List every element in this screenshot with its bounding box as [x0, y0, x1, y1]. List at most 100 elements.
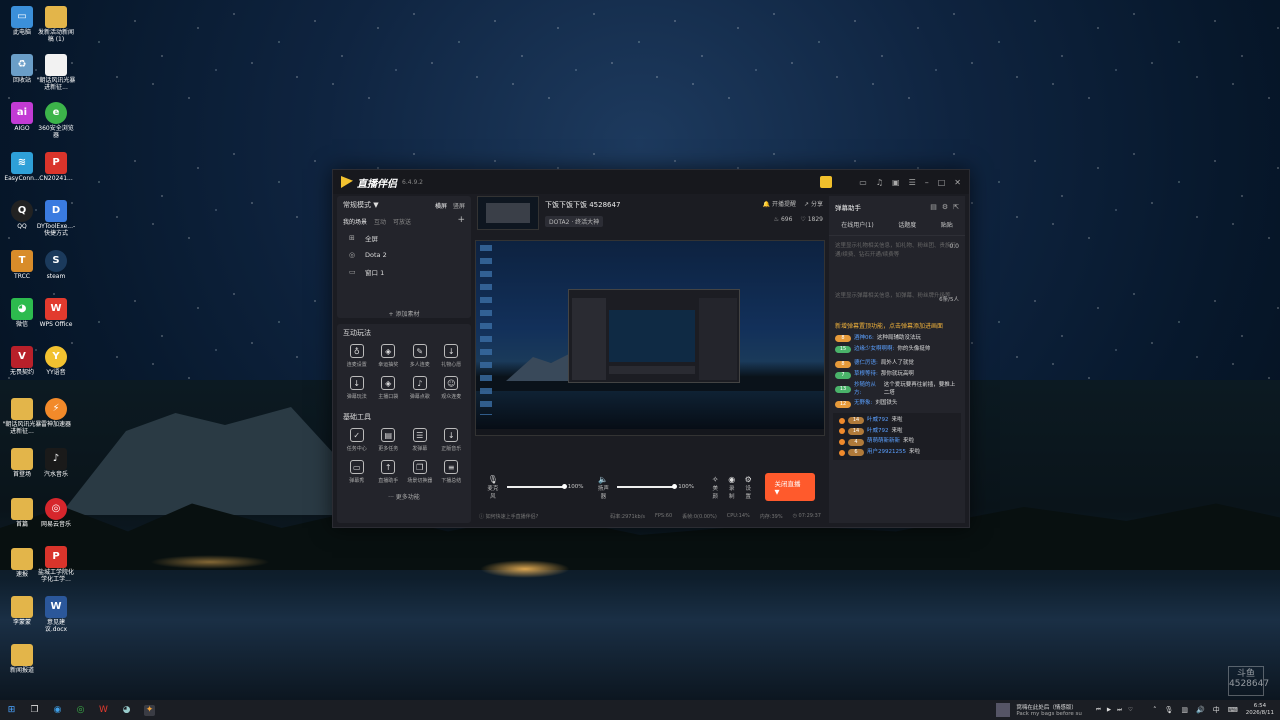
menu-icon[interactable]: ☰	[909, 178, 916, 187]
tool-lucky-draw[interactable]: ◈ 幸运抽奖	[373, 342, 405, 368]
tool-audience-mic[interactable]: ☺ 观众连麦	[436, 374, 468, 400]
tool-danmu-play[interactable]: ↓ 弹幕玩法	[341, 374, 373, 400]
landscape-toggle[interactable]: 横屏	[435, 201, 447, 210]
list-item[interactable]: 14 叶威792 来啦	[833, 426, 961, 437]
desktop-icon-dytool[interactable]: D DYToolExe...-快捷方式	[36, 200, 76, 238]
message-icon[interactable]: ▭	[859, 178, 867, 187]
stream-category[interactable]: DOTA2 · 终活大神	[545, 216, 604, 227]
windows-start-icon[interactable]: ⊞	[6, 705, 17, 716]
scene-item-dota2[interactable]: ◎ Dota 2	[337, 247, 471, 263]
media-widget[interactable]: 窝嗨在此处后（情感版） Pack my bags before su ⏮ ▶ ⏭…	[996, 703, 1133, 717]
tab-posts[interactable]: 贴贴	[941, 220, 953, 229]
tool-danmu-show[interactable]: ▭ 弹幕秀	[341, 458, 373, 484]
mic-control[interactable]: 🎙 麦克风	[485, 475, 501, 500]
mode-selector[interactable]: 常规模式 ▼	[343, 200, 379, 210]
heart-icon[interactable]: ♡	[1128, 707, 1133, 713]
stream-preview[interactable]	[475, 240, 825, 436]
desktop-icon-leishen[interactable]: ⚡ 雷神加速器	[36, 398, 76, 429]
ime-settings-icon[interactable]: ⌨	[1228, 706, 1238, 714]
scene-item-window1[interactable]: ▭ 窗口 1	[337, 263, 471, 281]
pin-danmu-notice[interactable]: 新增弹幕置顶功能，点击弹幕添加进画面	[835, 322, 959, 332]
tab-topic[interactable]: 话题度	[898, 220, 916, 229]
desktop-icon-qishui[interactable]: ♪ 汽水音乐	[36, 448, 76, 479]
record-button[interactable]: ◉ 录制	[726, 475, 737, 500]
ime-indicator[interactable]: 中	[1213, 705, 1220, 715]
list-item[interactable]: 15 边缘少女啊啊啊: 你的头像挺帅	[829, 344, 965, 355]
settings-button[interactable]: ⚙ 设置	[743, 475, 754, 500]
desktop-icon-folder[interactable]: 发新活动新闻稿 (1)	[36, 6, 76, 44]
desktop-icon-wps[interactable]: W WPS Office	[36, 298, 76, 329]
clock[interactable]: 6:54 2026/8/11	[1246, 703, 1274, 717]
steam-taskbar-icon[interactable]: ◕	[121, 705, 132, 716]
danmu-popout-icon[interactable]: ⇱	[953, 203, 959, 211]
help-link[interactable]: ⓘ 如何快速上手直播伴侣?	[479, 513, 538, 520]
share-button[interactable]: ↗ 分享	[804, 199, 823, 208]
list-item[interactable]: 8 酒神06: 这种局辅助没法玩	[829, 334, 965, 345]
headset-icon[interactable]: ♫	[876, 178, 883, 187]
desktop-icon-netease-music[interactable]: ◎ 网易云音乐	[36, 498, 76, 529]
task-view-icon[interactable]: ❐	[29, 705, 40, 716]
tool-scene-switcher[interactable]: ❐ 场景切换器	[404, 458, 436, 484]
tab-broadcast[interactable]: 可放送	[393, 217, 411, 226]
tool-live-assistant[interactable]: ↑ 直播助手	[373, 458, 405, 484]
add-source-button[interactable]: + 添加素材	[337, 309, 471, 318]
danmu-list-icon[interactable]: ▤	[930, 203, 937, 211]
tool-gift-wish[interactable]: ↓ 礼物心愿	[436, 342, 468, 368]
desktop-icon-360-browser[interactable]: e 360安全浏览器	[36, 102, 76, 140]
mascot-icon[interactable]	[820, 176, 833, 188]
tool-more-tasks[interactable]: ▤ 更多任务	[373, 426, 405, 452]
live-companion-taskbar-icon[interactable]: ✦	[144, 704, 155, 716]
desktop-icon-steam[interactable]: Ssteam	[36, 250, 76, 281]
tool-stream-summary[interactable]: ≡ 下播总结	[436, 458, 468, 484]
beauty-button[interactable]: ✧ 美颜	[710, 475, 721, 500]
list-item[interactable]: 7 草根等待: 那你就玩高啊	[829, 370, 965, 381]
window-icon[interactable]: ▣	[892, 178, 900, 187]
scene-item-fullscreen[interactable]: ⊞ 全屏	[337, 229, 471, 247]
mic-volume-slider[interactable]: 100%	[506, 484, 583, 490]
minimize-icon[interactable]: –	[925, 178, 929, 187]
stream-title[interactable]: 下饭下饭下饭 4528647	[545, 200, 620, 210]
list-item[interactable]: 8 德仁厉语: 局外人了就觉	[829, 359, 965, 370]
tool-anchor-pocket[interactable]: ◈ 主播口袋	[373, 374, 405, 400]
portrait-toggle[interactable]: 竖屏	[453, 201, 465, 210]
tool-mic-settings[interactable]: ♁ 连麦设置	[341, 342, 373, 368]
desktop-icon-yy[interactable]: Y YY语音	[36, 346, 76, 377]
stream-thumbnail[interactable]	[477, 196, 539, 230]
speaker-volume-knob[interactable]	[672, 484, 678, 489]
list-item[interactable]: 13 抄随的从方: 这个爱玩要再往前插，要推上二塔	[829, 380, 965, 398]
tab-my-scenes[interactable]: 我的场景	[343, 217, 367, 226]
desktop-icon-news[interactable]: 新闻报道	[2, 644, 42, 675]
tool-task-center[interactable]: ✓ 任务中心	[341, 426, 373, 452]
tool-music[interactable]: ↓ 正版音乐	[436, 426, 468, 452]
edge-browser-icon[interactable]: ◉	[52, 705, 63, 716]
next-track-icon[interactable]: ⏭	[1117, 707, 1122, 714]
previous-track-icon[interactable]: ⏮	[1096, 707, 1101, 714]
list-item[interactable]: 6 用户29921255 来啦	[833, 447, 961, 458]
chrome-browser-icon[interactable]: ◎	[75, 705, 86, 716]
play-icon[interactable]: ▶	[1107, 707, 1111, 713]
danmu-settings-icon[interactable]: ⚙	[942, 203, 948, 211]
speaker-volume-slider[interactable]: 100%	[617, 484, 694, 490]
list-item[interactable]: 14 叶威792 来啦	[833, 415, 961, 426]
desktop-icon-word[interactable]: W 意见建议.docx	[36, 596, 76, 634]
wps-taskbar-icon[interactable]: W	[98, 705, 109, 716]
tab-online-users[interactable]: 在线用户(1)	[841, 220, 874, 229]
desktop-icon-ppt[interactable]: P 盐城工学院化学化工学...	[36, 546, 76, 584]
more-functions-button[interactable]: ··· 更多功能	[337, 492, 471, 501]
end-live-button[interactable]: 关闭直播 ▼	[765, 473, 815, 501]
microphone-tray-icon[interactable]: 🎙	[1164, 706, 1173, 714]
tool-multi-mic[interactable]: ✎ 多人连麦	[404, 342, 436, 368]
add-scene-icon[interactable]: +	[457, 216, 465, 226]
speaker-control[interactable]: 🔈 扬声器	[595, 475, 611, 500]
maximize-icon[interactable]: □	[938, 178, 946, 187]
chevron-up-icon[interactable]: ˄	[1153, 706, 1157, 714]
list-item[interactable]: 12 无野象: 刘国铁头	[829, 399, 965, 410]
mic-volume-knob[interactable]	[561, 484, 567, 489]
desktop-icon-pdf[interactable]: P CN20241...	[36, 152, 76, 183]
tool-song-request[interactable]: ♪ 弹幕点歌	[404, 374, 436, 400]
close-icon[interactable]: ✕	[954, 178, 961, 187]
start-reminder-button[interactable]: 🔔 开播提醒	[763, 199, 796, 208]
desktop-icon-document[interactable]: "朝话风讯光暴进新征...	[36, 54, 76, 92]
network-icon[interactable]: ▥	[1181, 706, 1188, 714]
tab-interactive[interactable]: 互动	[374, 217, 386, 226]
